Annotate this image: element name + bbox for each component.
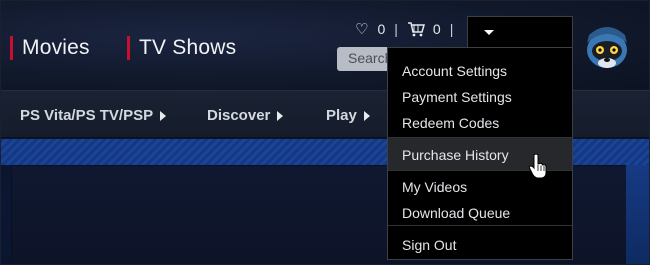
utility-bar: ♡ 0 | 0 | (355, 18, 462, 40)
menu-item-sign-out[interactable]: Sign Out (388, 231, 572, 257)
subnav-discover[interactable]: Discover (207, 107, 284, 124)
avatar-icon[interactable] (581, 21, 633, 73)
chevron-right-icon (160, 110, 167, 121)
menu-item-account-settings[interactable]: Account Settings (388, 57, 572, 83)
nav-accent-bar (127, 36, 130, 60)
heart-icon[interactable]: ♡ (355, 20, 368, 38)
chevron-right-icon (277, 110, 284, 121)
wishlist-count: 0 (377, 21, 386, 37)
subnav-play-label: Play (326, 107, 357, 124)
nav-tv-shows[interactable]: TV Shows (127, 35, 236, 61)
menu-item-payment-settings[interactable]: Payment Settings (388, 83, 572, 109)
menu-item-redeem-codes[interactable]: Redeem Codes (388, 109, 572, 135)
subnav-discover-label: Discover (207, 107, 271, 124)
nav-movies-label: Movies (22, 36, 90, 59)
nav-tv-shows-label: TV Shows (139, 36, 237, 59)
subnav-ps-vita[interactable]: PS Vita/PS TV/PSP (20, 107, 167, 124)
hand-cursor-icon (528, 153, 547, 179)
caret-down-icon (484, 30, 494, 35)
nav-accent-bar (10, 36, 13, 60)
separator: | (449, 21, 454, 37)
app-frame: Movies TV Shows ♡ 0 | 0 | Search PS Vita… (0, 0, 650, 265)
subnav-play[interactable]: Play (326, 107, 370, 124)
nav-movies[interactable]: Movies (10, 35, 90, 61)
menu-item-download-queue[interactable]: Download Queue (388, 199, 572, 225)
subnav-ps-vita-label: PS Vita/PS TV/PSP (20, 107, 154, 124)
separator: | (394, 21, 398, 37)
chevron-right-icon (363, 110, 370, 121)
account-menu-button[interactable] (467, 16, 573, 48)
menu-divider (388, 225, 572, 226)
cart-count: 0 (432, 21, 441, 37)
hero-edge (626, 165, 649, 264)
cart-icon[interactable] (407, 21, 425, 37)
